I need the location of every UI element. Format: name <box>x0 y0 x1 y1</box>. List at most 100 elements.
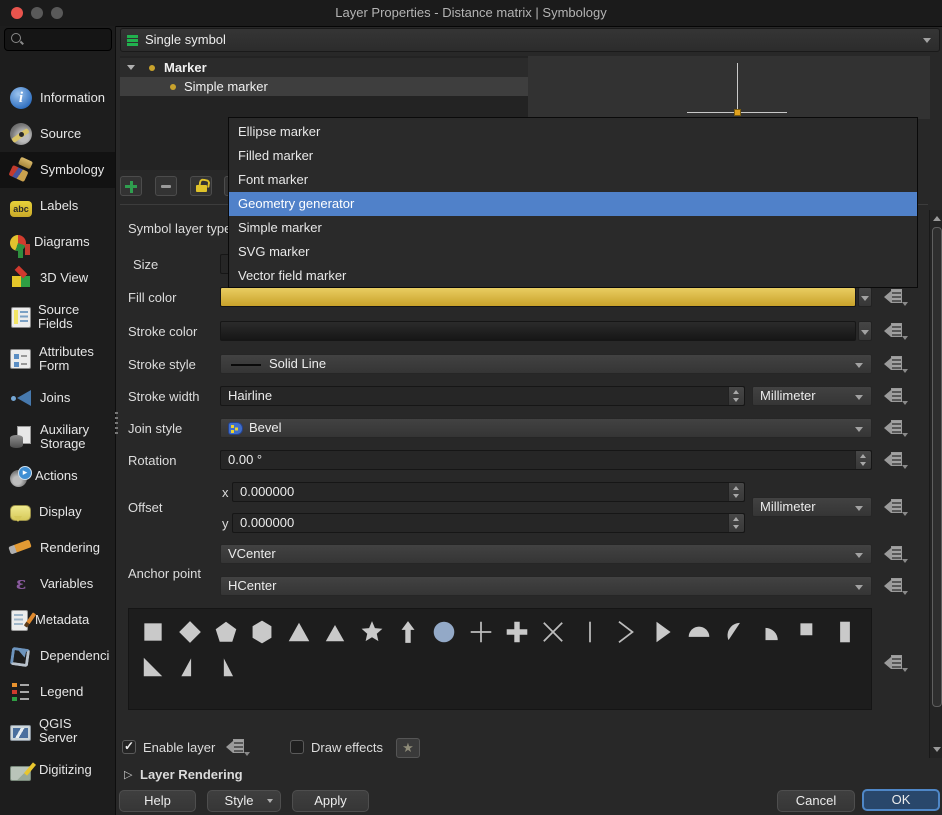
shape-third-circle[interactable] <box>717 614 753 649</box>
dropdown-option-vector-field-marker[interactable]: Vector field marker <box>229 264 917 288</box>
sidebar-item-attributesform[interactable]: Attributes Form <box>0 338 115 380</box>
sidebar-item-qgisserver[interactable]: QGIS Server <box>0 710 115 752</box>
stroke-style-select[interactable]: Solid Line <box>220 354 872 374</box>
offset-y-spinner[interactable] <box>728 514 744 532</box>
help-button[interactable]: Help <box>119 790 196 812</box>
rotation-spinner[interactable] <box>855 451 871 469</box>
sidebar-item-digitizing[interactable]: Digitizing <box>0 752 115 788</box>
shape-right-half-triangle[interactable] <box>171 649 207 684</box>
sidebar-item-display[interactable]: Display <box>0 494 115 530</box>
shape-diagonal-half-square[interactable] <box>135 649 171 684</box>
offset-x-input[interactable]: 0.000000 <box>232 482 745 502</box>
offset-x-spinner[interactable] <box>728 483 744 501</box>
anchor-horizontal-select[interactable]: HCenter <box>220 576 872 596</box>
shape-square[interactable] <box>135 614 171 649</box>
rotation-input[interactable]: 0.00 ° <box>220 450 872 470</box>
draw-effects-checkbox[interactable] <box>290 740 304 754</box>
tree-item-marker[interactable]: Marker <box>120 58 528 77</box>
cancel-button[interactable]: Cancel <box>777 790 855 812</box>
scroll-up-arrow[interactable] <box>933 216 941 221</box>
shape-quarter-circle[interactable] <box>754 614 790 649</box>
anchor-vertical-select[interactable]: VCenter <box>220 544 872 564</box>
collapse-arrow-icon[interactable]: ▷ <box>124 768 132 781</box>
shape-hexagon[interactable] <box>244 614 280 649</box>
shape-arrowhead[interactable] <box>608 614 644 649</box>
style-button[interactable]: Style <box>207 790 281 812</box>
data-defined-override-button[interactable] <box>226 737 252 757</box>
dropdown-option-simple-marker[interactable]: Simple marker <box>229 216 917 240</box>
tree-item-simple-marker[interactable]: Simple marker <box>120 77 528 96</box>
sidebar-item-joins[interactable]: Joins <box>0 380 115 416</box>
sidebar-item-diagrams[interactable]: Diagrams <box>0 224 115 260</box>
sidebar-item-symbology[interactable]: Symbology <box>0 152 115 188</box>
lock-color-button[interactable] <box>190 176 212 196</box>
data-defined-override-button[interactable] <box>884 287 910 307</box>
data-defined-override-button[interactable] <box>884 450 910 470</box>
fill-color-menu-button[interactable] <box>858 287 872 307</box>
expander-icon[interactable] <box>127 65 135 70</box>
stroke-width-unit-select[interactable]: Millimeter <box>752 386 872 406</box>
join-style-select[interactable]: Bevel <box>220 418 872 438</box>
fill-color-button[interactable] <box>220 287 856 307</box>
sidebar-item-metadata[interactable]: Metadata <box>0 602 115 638</box>
shape-quarter-square[interactable] <box>790 614 826 649</box>
data-defined-override-button[interactable] <box>884 418 910 438</box>
data-defined-override-button[interactable] <box>884 653 910 673</box>
sidebar-item-labels[interactable]: Labels <box>0 188 115 224</box>
data-defined-override-button[interactable] <box>884 576 910 596</box>
shape-filled-arrowhead[interactable] <box>644 614 680 649</box>
splitter-handle[interactable] <box>115 412 118 434</box>
shape-semi-circle[interactable] <box>681 614 717 649</box>
dropdown-option-svg-marker[interactable]: SVG marker <box>229 240 917 264</box>
sidebar-item-information[interactable]: Information <box>0 80 115 116</box>
shape-circle-selected[interactable] <box>426 614 462 649</box>
search-input[interactable] <box>4 28 112 51</box>
data-defined-override-button[interactable] <box>884 386 910 406</box>
data-defined-override-button[interactable] <box>884 544 910 564</box>
vertical-scrollbar[interactable] <box>929 210 942 758</box>
shape-diamond[interactable] <box>171 614 207 649</box>
scrollbar-thumb[interactable] <box>932 227 942 707</box>
dropdown-option-ellipse-marker[interactable]: Ellipse marker <box>229 120 917 144</box>
data-defined-override-button[interactable] <box>884 497 910 517</box>
offset-unit-select[interactable]: Millimeter <box>752 497 872 517</box>
stroke-color-button[interactable] <box>220 321 856 341</box>
enable-layer-checkbox[interactable] <box>122 740 136 754</box>
shape-arrow[interactable] <box>390 614 426 649</box>
stroke-width-input[interactable]: Hairline <box>220 386 745 406</box>
dropdown-option-font-marker[interactable]: Font marker <box>229 168 917 192</box>
sidebar-item-source[interactable]: Source <box>0 116 115 152</box>
remove-symbol-layer-button[interactable] <box>155 176 177 196</box>
sidebar-item-variables[interactable]: Variables <box>0 566 115 602</box>
apply-button[interactable]: Apply <box>292 790 369 812</box>
sidebar-item-3dview[interactable]: 3D View <box>0 260 115 296</box>
shape-line[interactable] <box>572 614 608 649</box>
stroke-width-spinner[interactable] <box>728 387 744 405</box>
shape-triangle[interactable] <box>281 614 317 649</box>
sidebar-item-sourcefields[interactable]: Source Fields <box>0 296 115 338</box>
scroll-down-arrow[interactable] <box>933 747 941 752</box>
shape-half-square[interactable] <box>826 614 862 649</box>
shape-cross2[interactable] <box>535 614 571 649</box>
dropdown-option-filled-marker[interactable]: Filled marker <box>229 144 917 168</box>
sidebar-item-actions[interactable]: Actions <box>0 458 115 494</box>
layer-rendering-section[interactable]: Layer Rendering <box>140 767 243 782</box>
shape-left-half-triangle[interactable] <box>208 649 244 684</box>
sidebar-item-auxiliarystorage[interactable]: Auxiliary Storage <box>0 416 115 458</box>
shape-cross-fill[interactable] <box>499 614 535 649</box>
stroke-color-menu-button[interactable] <box>858 321 872 341</box>
sidebar-item-rendering[interactable]: Rendering <box>0 530 115 566</box>
shape-pentagon[interactable] <box>208 614 244 649</box>
ok-button[interactable]: OK <box>862 789 940 811</box>
dropdown-option-geometry-generator[interactable]: Geometry generator <box>229 192 917 216</box>
sidebar-item-legend[interactable]: Legend <box>0 674 115 710</box>
shape-cross[interactable] <box>463 614 499 649</box>
customize-effects-button[interactable]: ★ <box>396 738 420 758</box>
data-defined-override-button[interactable] <box>884 321 910 341</box>
renderer-select[interactable]: Single symbol <box>120 28 940 52</box>
add-symbol-layer-button[interactable] <box>120 176 142 196</box>
shape-equilateral-triangle[interactable] <box>317 614 353 649</box>
shape-star[interactable] <box>353 614 389 649</box>
offset-y-input[interactable]: 0.000000 <box>232 513 745 533</box>
data-defined-override-button[interactable] <box>884 354 910 374</box>
